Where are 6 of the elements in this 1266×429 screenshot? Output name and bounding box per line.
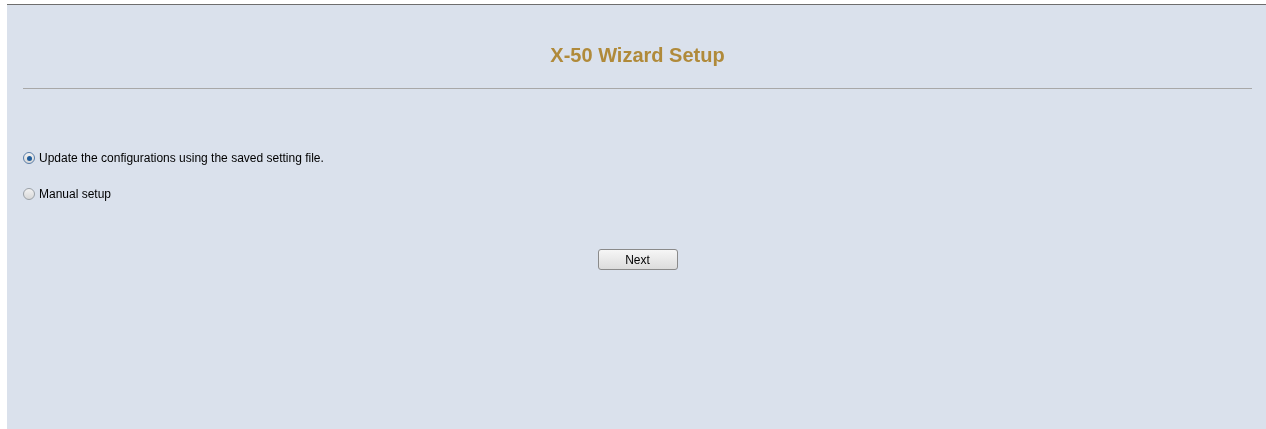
option-label: Update the configurations using the saved setting file. [39,151,324,165]
radio-button[interactable] [23,152,35,164]
page-title: X-50 Wizard Setup [549,43,726,68]
option-label: Manual setup [39,187,112,201]
radio-button[interactable] [23,188,35,200]
next-button[interactable]: Next [597,249,678,270]
